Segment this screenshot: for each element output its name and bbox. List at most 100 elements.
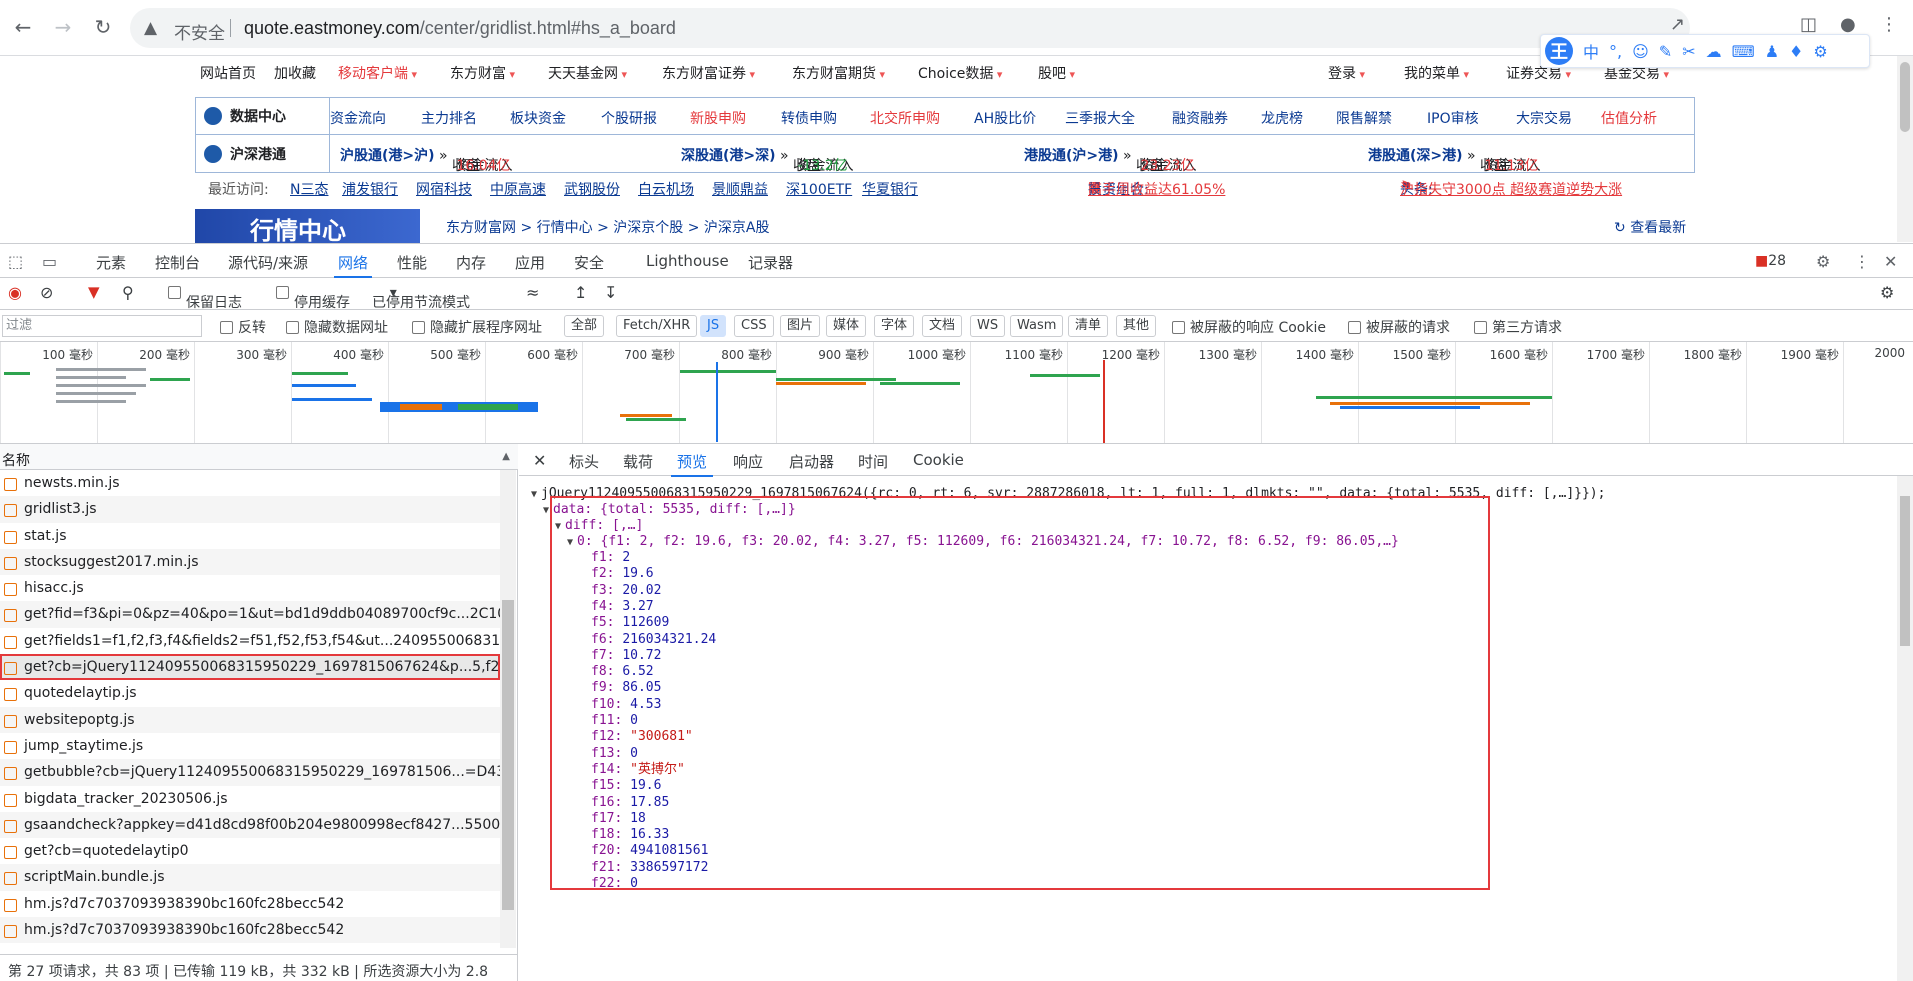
request-row[interactable]: quotedelaytip.js	[0, 680, 500, 706]
type-filter-ws[interactable]: WS	[970, 315, 1006, 337]
ime-skin-icon[interactable]: ♦	[1789, 42, 1803, 61]
expand-triangle-icon[interactable]: ▼	[567, 537, 573, 548]
request-row[interactable]: hisacc.js	[0, 575, 500, 601]
hsgt-item[interactable]: 港股通(沪>港) » 收盘 资金流入 23.23亿	[1024, 145, 1196, 174]
network-conditions-icon[interactable]: ≈	[526, 283, 539, 302]
tab-elements[interactable]: 元素	[96, 252, 126, 273]
type-filter-js[interactable]: JS	[700, 315, 727, 337]
forward-icon[interactable]: →	[50, 14, 76, 40]
type-filter-manifest[interactable]: 清单	[1068, 315, 1109, 337]
blocked-cookies-checkbox[interactable]: 被屏蔽的响应 Cookie	[1172, 317, 1326, 337]
more-icon[interactable]: ⋮	[1854, 252, 1870, 271]
inspect-icon[interactable]: ⬚	[8, 252, 23, 271]
expand-triangle-icon[interactable]: ▼	[543, 505, 549, 516]
recent-link[interactable]: 白云机场	[638, 179, 694, 199]
nav-eastmoney[interactable]: 东方财富	[450, 63, 515, 83]
dc-link[interactable]: IPO审核	[1427, 108, 1479, 128]
tab-memory[interactable]: 内存	[456, 252, 486, 273]
network-overview-timeline[interactable]: 100 毫秒 200 毫秒 300 毫秒 400 毫秒 500 毫秒 600 毫…	[0, 342, 1913, 444]
hsgt-item[interactable]: 港股通(深>港) » 收盘 资金流入 11.13亿	[1368, 145, 1540, 174]
download-icon[interactable]: ↧	[604, 283, 617, 302]
tab-preview[interactable]: 预览	[670, 451, 714, 477]
dc-link[interactable]: 北交所申购	[870, 108, 940, 128]
request-row[interactable]: websitepoptg.js	[0, 706, 500, 733]
tab-console[interactable]: 控制台	[155, 252, 200, 273]
tab-response[interactable]: 响应	[733, 451, 763, 472]
ime-punct-icon[interactable]: °,	[1609, 42, 1622, 61]
nav-my-menu[interactable]: 我的菜单	[1404, 63, 1469, 83]
ime-emoji-icon[interactable]: ☺	[1632, 42, 1649, 61]
throttle-select[interactable]: 已停用节流模式 ▾	[372, 285, 470, 311]
nav-login[interactable]: 登录	[1328, 63, 1365, 83]
request-row[interactable]: stat.js	[0, 523, 500, 549]
request-row[interactable]: gridlist3.js	[0, 496, 500, 523]
ime-pen-icon[interactable]: ✎	[1659, 42, 1672, 61]
settings-icon[interactable]: ⚙	[1816, 252, 1830, 271]
dc-link[interactable]: AH股比价	[974, 108, 1036, 128]
search-icon[interactable]: ⚲	[122, 283, 134, 302]
nav-bookmark[interactable]: 加收藏	[274, 63, 316, 83]
dc-link[interactable]: 龙虎榜	[1261, 108, 1303, 128]
request-row[interactable]: get?fields1=f1,f2,f3,f4&fields2=f51,f52,…	[0, 628, 500, 654]
market-center-banner[interactable]: 行情中心	[195, 209, 420, 243]
filter-icon[interactable]: ▼	[88, 283, 100, 301]
hsgt-item[interactable]: 沪股通(港>沪) » 收盘 资金流入 16.04亿	[340, 145, 512, 174]
disable-cache-checkbox[interactable]: 停用缓存	[276, 285, 350, 311]
request-row[interactable]: jump_staytime.js	[0, 733, 500, 759]
dc-link[interactable]: 三季报大全	[1065, 108, 1135, 128]
dc-link[interactable]: 融资融券	[1172, 108, 1228, 128]
type-filter-xhr[interactable]: Fetch/XHR	[616, 315, 698, 337]
tab-initiator[interactable]: 启动器	[789, 451, 834, 472]
type-filter-css[interactable]: CSS	[734, 315, 774, 337]
tab-performance[interactable]: 性能	[397, 252, 427, 273]
request-row-selected[interactable]: get?cb=jQuery11240955006831595022​9_1697…	[0, 654, 500, 681]
recent-link[interactable]: 网宿科技	[416, 179, 472, 199]
device-toggle-icon[interactable]: ▭	[42, 252, 57, 271]
page-scrollbar[interactable]	[1897, 56, 1913, 242]
dc-link[interactable]: 新股申购	[690, 108, 746, 128]
address-bar[interactable]: ▲ 不安全 quote.eastmoney.com/center/gridlis…	[130, 8, 1690, 48]
dc-link[interactable]: 板块资金	[510, 108, 566, 128]
recent-link[interactable]: 浦发银行	[342, 179, 398, 199]
request-row[interactable]: get?cb=quotedelaytip0	[0, 838, 500, 864]
request-row[interactable]: gsaandcheck?appkey=d41d8cd98f00b204e9800…	[0, 811, 500, 839]
blocked-requests-checkbox[interactable]: 被屏蔽的请求	[1348, 317, 1450, 337]
tab-sources[interactable]: 源代码/来源	[228, 252, 308, 273]
request-row[interactable]: getbubble?cb=jQuery1124095500683159502​2…	[0, 759, 500, 786]
tab-lighthouse[interactable]: Lighthouse	[646, 252, 729, 270]
request-row[interactable]: newsts.min.js	[0, 470, 500, 496]
nav-fund[interactable]: 天天基金网	[548, 63, 627, 83]
ime-chinese-icon[interactable]: 中	[1583, 39, 1599, 63]
preserve-log-checkbox[interactable]: 保留日志	[168, 285, 242, 311]
request-row[interactable]: get?fid=f3&pi=0&pz=40&po=1&ut=bd1d9ddb04…	[0, 601, 500, 628]
tab-cookies[interactable]: Cookie	[913, 451, 964, 469]
json-item-0[interactable]: ▼ 0: {f1: 2, f2: 19.6, f3: 20.02, f4: 3.2…	[567, 532, 1399, 552]
ime-keyboard-icon[interactable]: ⌨	[1732, 42, 1755, 61]
request-row[interactable]: hm.js?d7c7037093938390bc160fc28becc542	[0, 891, 500, 917]
tab-network[interactable]: 网络	[333, 252, 373, 278]
recent-link[interactable]: 景顺鼎益	[712, 179, 768, 199]
reload-icon[interactable]: ↻	[90, 14, 116, 40]
type-filter-font[interactable]: 字体	[874, 315, 915, 337]
tab-security[interactable]: 安全	[574, 252, 604, 273]
nav-futures[interactable]: 东方财富期货	[792, 63, 885, 83]
close-icon[interactable]: ✕	[1884, 252, 1897, 271]
request-row[interactable]: bigdata_tracker_20230506.js	[0, 786, 500, 812]
recent-link[interactable]: 华夏银行	[862, 179, 918, 199]
request-row[interactable]: hm.js?d7c7037093938390bc160fc28becc542	[0, 917, 500, 944]
third-party-checkbox[interactable]: 第三方请求	[1474, 317, 1562, 337]
nav-securities[interactable]: 东方财富证券	[662, 63, 755, 83]
clear-icon[interactable]: ⊘	[40, 283, 53, 302]
dc-link[interactable]: 大宗交易	[1516, 108, 1572, 128]
type-filter-other[interactable]: 其他	[1116, 315, 1157, 337]
menu-icon[interactable]: ⋮	[1880, 14, 1898, 35]
ime-scissors-icon[interactable]: ✂	[1682, 42, 1695, 61]
tab-headers[interactable]: 标头	[569, 451, 599, 472]
breadcrumb[interactable]: 东方财富网 > 行情中心 > 沪深京个股 > 沪深京A股	[446, 217, 769, 237]
detail-scrollbar[interactable]	[1897, 476, 1913, 981]
dc-link[interactable]: 估值分析	[1601, 108, 1657, 128]
filter-input[interactable]: 过滤	[2, 315, 202, 337]
type-filter-wasm[interactable]: Wasm	[1010, 315, 1064, 337]
expand-triangle-icon[interactable]: ▼	[555, 521, 561, 532]
nav-home[interactable]: 网站首页	[200, 63, 256, 83]
